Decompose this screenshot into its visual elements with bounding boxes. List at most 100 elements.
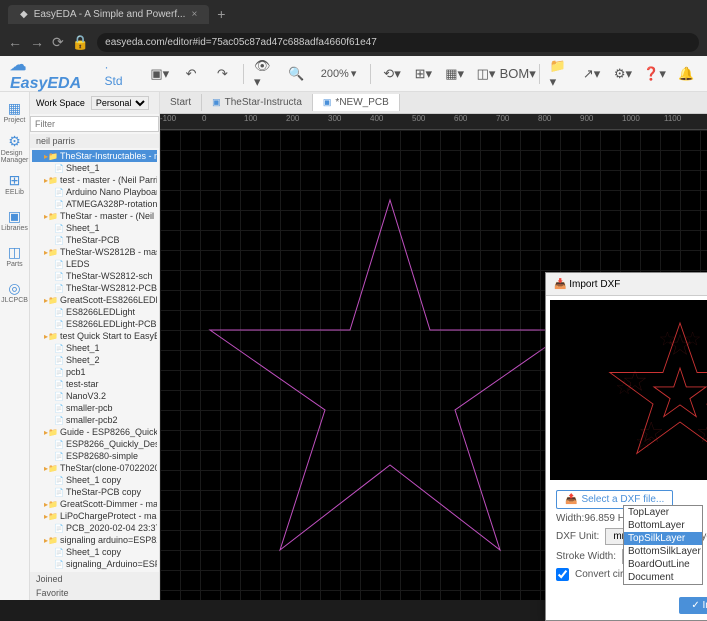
layer-option[interactable]: Document xyxy=(624,571,702,584)
tree-item[interactable]: 📄ESP82680-simple xyxy=(32,450,157,462)
tree-item[interactable]: ▸📁test Quick Start to EasyEDA - mast xyxy=(32,330,157,342)
help-icon[interactable]: ❓▾ xyxy=(644,63,666,85)
forward-icon[interactable]: → xyxy=(30,34,44,50)
tree-item[interactable]: ▸📁GreatScott-ES8266LEDLight - mas xyxy=(32,294,157,306)
tree-item[interactable]: 📄TheStar-WS2812-sch xyxy=(32,270,157,282)
tree-item[interactable]: 📄ES8266LEDLight-PCB xyxy=(32,318,157,330)
tree-item[interactable]: 📄TheStar-WS2812-PCB xyxy=(32,282,157,294)
tree-item[interactable]: 📄ES8266LEDLight xyxy=(32,306,157,318)
filter-input[interactable] xyxy=(30,116,159,132)
layer-option[interactable]: BoardOutLine xyxy=(624,558,702,571)
browser-tab[interactable]: ◆ EasyEDA - A Simple and Powerf... × xyxy=(8,5,209,24)
bom-icon[interactable]: BOM▾ xyxy=(507,63,529,85)
tree-item[interactable]: 📄Arduino Nano Playboard xyxy=(32,186,157,198)
ruler-tick: 700 xyxy=(496,114,509,123)
tree-item[interactable]: ▸📁signaling arduino=ESP8266+SIM8 xyxy=(32,534,157,546)
tree-item[interactable]: 📄smaller-pcb xyxy=(32,402,157,414)
view-icon[interactable]: 👁▾ xyxy=(254,63,275,85)
ruler-tick: 500 xyxy=(412,114,425,123)
tree-item[interactable]: ▸📁TheStar(clone-07022020) - maste xyxy=(32,462,157,474)
ruler-tick: 300 xyxy=(328,114,341,123)
tree-item[interactable]: ▸📁TheStar-Instructables - master - (N xyxy=(32,150,157,162)
side-icon-design-manager[interactable]: ⚙Design Manager xyxy=(3,136,27,160)
rotate-icon[interactable]: ⟲▾ xyxy=(381,63,402,85)
tree-item[interactable]: 📄Sheet_2 xyxy=(32,354,157,366)
tool2-icon[interactable]: ◫▾ xyxy=(475,63,496,85)
tree-item[interactable]: 📄LEDS xyxy=(32,258,157,270)
align-icon[interactable]: ⊞▾ xyxy=(413,63,434,85)
layer-dropdown: TopLayerBottomLayerTopSilkLayerBottomSil… xyxy=(623,505,703,585)
tree-item[interactable]: 📄Sheet_1 copy xyxy=(32,546,157,558)
new-tab-button[interactable]: + xyxy=(217,6,225,22)
ruler-tick: 0 xyxy=(202,114,206,123)
lock-icon: 🔒 xyxy=(72,34,89,51)
settings-icon[interactable]: ⚙▾ xyxy=(612,63,633,85)
side-icon-eelib[interactable]: ⊞EELib xyxy=(3,172,27,196)
tool1-icon[interactable]: ▦▾ xyxy=(444,63,465,85)
favorite-header: Favorite xyxy=(30,586,159,600)
folder-icon[interactable]: 📁▾ xyxy=(550,63,571,85)
tree-item[interactable]: 📄Sheet_1 xyxy=(32,162,157,174)
tree-item[interactable]: 📄TheStar-PCB copy xyxy=(32,486,157,498)
canvas-tab[interactable]: Start xyxy=(160,94,202,111)
tree-item[interactable]: 📄NanoV3.2 xyxy=(32,390,157,402)
layer-option[interactable]: TopSilkLayer xyxy=(624,532,702,545)
close-icon[interactable]: × xyxy=(191,9,197,20)
tree-item[interactable]: 📄pcb1 xyxy=(32,366,157,378)
star-shape xyxy=(200,190,580,570)
tree-item[interactable]: 📄Sheet_1 xyxy=(32,222,157,234)
bell-icon[interactable]: 🔔 xyxy=(676,63,697,85)
undo-icon[interactable]: ↶ xyxy=(180,63,201,85)
tree-item[interactable]: 📄signaling_Arduino=ESP8266+SI xyxy=(32,558,157,570)
tree-item[interactable]: ▸📁Guide - ESP8266_Quickly_Design xyxy=(32,426,157,438)
project-tree: ▸📁TheStar-Instructables - master - (N📄Sh… xyxy=(30,148,159,572)
side-icon-libraries[interactable]: ▣Libraries xyxy=(3,208,27,232)
ruler-tick: 800 xyxy=(538,114,551,123)
redo-icon[interactable]: ↷ xyxy=(212,63,233,85)
tree-item[interactable]: 📄Sheet_1 copy xyxy=(32,474,157,486)
file-menu-icon[interactable]: ▣▾ xyxy=(149,63,170,85)
tree-item[interactable]: ▸📁test - master - (Neil Parris) xyxy=(32,174,157,186)
url-input[interactable] xyxy=(97,33,699,52)
layer-option[interactable]: BottomLayer xyxy=(624,519,702,532)
tree-item[interactable]: ▸📁LiPoChargeProtect - master - (Neil xyxy=(32,510,157,522)
zoom-icon[interactable]: 🔍 xyxy=(285,63,306,85)
tree-item[interactable]: 📄TheStar-PCB xyxy=(32,234,157,246)
tree-item[interactable]: 📄smaller-pcb2 xyxy=(32,414,157,426)
app-logo: ☁EasyEDA xyxy=(10,55,95,93)
layer-option[interactable]: TopLayer xyxy=(624,506,702,519)
tree-item[interactable]: ▸📁TheStar - master - (Neil Parris) xyxy=(32,210,157,222)
share-icon[interactable]: ↗▾ xyxy=(581,63,602,85)
side-icon-parts[interactable]: ◫Parts xyxy=(3,244,27,268)
zoom-level[interactable]: 200% ▾ xyxy=(317,67,361,80)
joined-header: Joined xyxy=(30,572,159,586)
tab-title: EasyEDA - A Simple and Powerf... xyxy=(34,9,186,20)
ruler-horizontal: -100010020030040050060070080090010001100 xyxy=(160,114,707,130)
browser-url-bar: ← → ⟳ 🔒 xyxy=(0,28,707,56)
ruler-tick: 1000 xyxy=(622,114,640,123)
side-icon-project[interactable]: ▦Project xyxy=(3,100,27,124)
tree-item[interactable]: ▸📁TheStar-WS2812B - master - (N xyxy=(32,246,157,258)
workspace-select[interactable]: Personal xyxy=(91,96,149,110)
canvas-tab[interactable]: ▣TheStar-Instructa xyxy=(202,94,313,111)
side-icon-jlcpcb[interactable]: ◎JLCPCB xyxy=(3,280,27,304)
tree-item[interactable]: 📄Sheet_1 xyxy=(32,342,157,354)
tree-item[interactable]: ▸📁GreatScott-Dimmer - master - (Nei xyxy=(32,498,157,510)
tree-item[interactable]: 📄ESP8266_Quickly_Design xyxy=(32,438,157,450)
dxf-preview xyxy=(550,300,707,480)
ruler-tick: 100 xyxy=(244,114,257,123)
tree-item[interactable]: 📄PCB_2020-02-04 23:37:14 xyxy=(32,522,157,534)
owner-header: neil parris xyxy=(30,134,159,148)
tab-favicon: ◆ xyxy=(20,9,28,20)
ruler-tick: 1100 xyxy=(664,114,681,123)
dialog-title: 📥 Import DXF xyxy=(554,279,620,290)
tree-item[interactable]: 📄test-star xyxy=(32,378,157,390)
reload-icon[interactable]: ⟳ xyxy=(52,34,64,51)
layer-option[interactable]: BottomSilkLayer xyxy=(624,545,702,558)
canvas-tab[interactable]: ▣*NEW_PCB xyxy=(313,94,400,111)
convert-checkbox[interactable] xyxy=(556,568,569,581)
tree-item[interactable]: 📄ATMEGA328P-rotation-test xyxy=(32,198,157,210)
document-tabs: Start▣TheStar-Instructa▣*NEW_PCB xyxy=(160,92,707,114)
back-icon[interactable]: ← xyxy=(8,34,22,50)
ruler-tick: 200 xyxy=(286,114,299,123)
